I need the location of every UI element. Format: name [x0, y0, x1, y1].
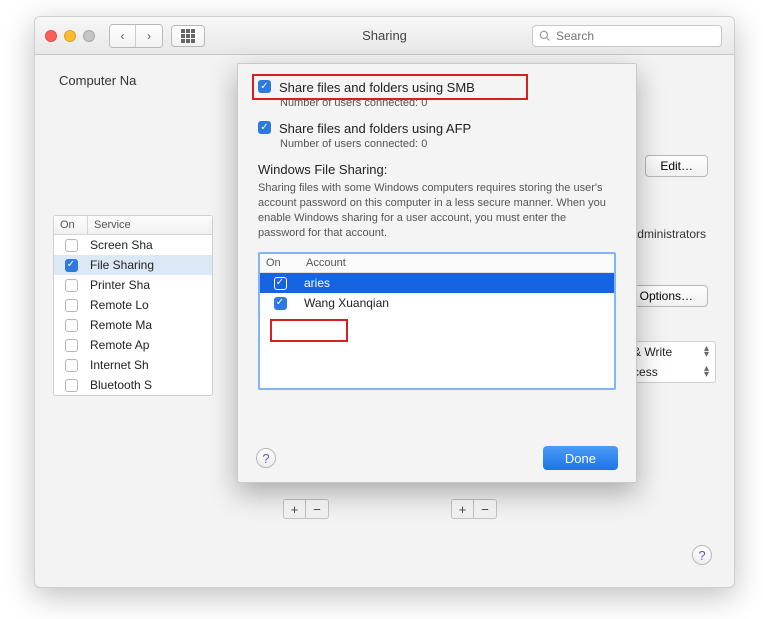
smb-label: Share files and folders using SMB: [279, 80, 475, 95]
remove-folder-button[interactable]: −: [306, 500, 328, 518]
zoom-window[interactable]: [83, 30, 95, 42]
account-name: aries: [300, 276, 614, 290]
stepper-icon: ▴▾: [704, 366, 709, 378]
windows-sharing-description: Sharing files with some Windows computer…: [258, 181, 616, 240]
afp-user-count: Number of users connected: 0: [280, 138, 616, 150]
service-row[interactable]: Remote Ap: [54, 335, 212, 355]
service-name: Bluetooth S: [88, 378, 212, 392]
sheet-help-button[interactable]: ?: [256, 448, 276, 468]
services-header-service: Service: [88, 216, 137, 234]
accounts-header-account: Account: [300, 254, 352, 272]
service-name: Remote Ma: [88, 318, 212, 332]
service-name: Remote Ap: [88, 338, 212, 352]
service-name: Screen Sha: [88, 238, 212, 252]
search-icon: [539, 30, 551, 42]
search-field[interactable]: [532, 25, 722, 47]
options-sheet: Share files and folders using SMB Number…: [237, 63, 637, 483]
account-row[interactable]: Wang Xuanqian: [260, 293, 614, 313]
service-name: Printer Sha: [88, 278, 212, 292]
bottom-controls: + − + − ?: [35, 493, 734, 587]
account-checkbox[interactable]: [274, 297, 287, 310]
services-header-on: On: [54, 216, 88, 234]
options-button[interactable]: Options…: [625, 285, 708, 307]
service-checkbox[interactable]: [65, 339, 78, 352]
service-row[interactable]: Screen Sha: [54, 235, 212, 255]
services-list: On Service Screen Sha File Sharing Printer…: [53, 215, 213, 396]
search-input[interactable]: [556, 29, 715, 43]
help-button[interactable]: ?: [692, 545, 712, 565]
nav-forward-button[interactable]: ›: [136, 25, 162, 47]
nav-back-button[interactable]: ‹: [110, 25, 136, 47]
account-checkbox[interactable]: [274, 277, 287, 290]
service-checkbox[interactable]: [65, 279, 78, 292]
done-button[interactable]: Done: [543, 446, 618, 470]
service-row[interactable]: File Sharing: [54, 255, 212, 275]
preferences-window: ‹ › Sharing Computer Na Edit… and admini…: [34, 16, 735, 588]
stepper-icon: ▴▾: [704, 346, 709, 358]
service-row[interactable]: Remote Ma: [54, 315, 212, 335]
shared-folders-add-remove: + −: [283, 499, 329, 519]
account-name: Wang Xuanqian: [300, 296, 614, 310]
service-checkbox[interactable]: [65, 379, 78, 392]
computer-name-label: Computer Na: [59, 73, 136, 88]
service-checkbox[interactable]: [65, 239, 78, 252]
service-name: Remote Lo: [88, 298, 212, 312]
service-name: Internet Sh: [88, 358, 212, 372]
service-name: File Sharing: [88, 258, 212, 272]
users-add-remove: + −: [451, 499, 497, 519]
service-checkbox[interactable]: [65, 299, 78, 312]
add-user-button[interactable]: +: [452, 500, 474, 518]
grid-icon: [181, 29, 195, 43]
smb-checkbox[interactable]: [258, 80, 271, 93]
close-window[interactable]: [45, 30, 57, 42]
accounts-header-on: On: [260, 254, 300, 272]
smb-user-count: Number of users connected: 0: [280, 97, 616, 109]
service-row[interactable]: Remote Lo: [54, 295, 212, 315]
titlebar: ‹ › Sharing: [35, 17, 734, 55]
afp-checkbox[interactable]: [258, 121, 271, 134]
accounts-list: On Account aries Wang Xuanqian: [258, 252, 616, 390]
nav-back-forward: ‹ ›: [109, 24, 163, 48]
service-checkbox[interactable]: [65, 359, 78, 372]
service-row[interactable]: Printer Sha: [54, 275, 212, 295]
service-checkbox[interactable]: [65, 259, 78, 272]
windows-sharing-header: Windows File Sharing:: [258, 162, 616, 177]
service-checkbox[interactable]: [65, 319, 78, 332]
window-controls: [45, 30, 95, 42]
add-folder-button[interactable]: +: [284, 500, 306, 518]
edit-button[interactable]: Edit…: [645, 155, 708, 177]
service-row[interactable]: Bluetooth S: [54, 375, 212, 395]
service-row[interactable]: Internet Sh: [54, 355, 212, 375]
show-all-button[interactable]: [171, 25, 205, 47]
afp-label: Share files and folders using AFP: [279, 121, 471, 136]
minimize-window[interactable]: [64, 30, 76, 42]
account-row[interactable]: aries: [260, 273, 614, 293]
remove-user-button[interactable]: −: [474, 500, 496, 518]
